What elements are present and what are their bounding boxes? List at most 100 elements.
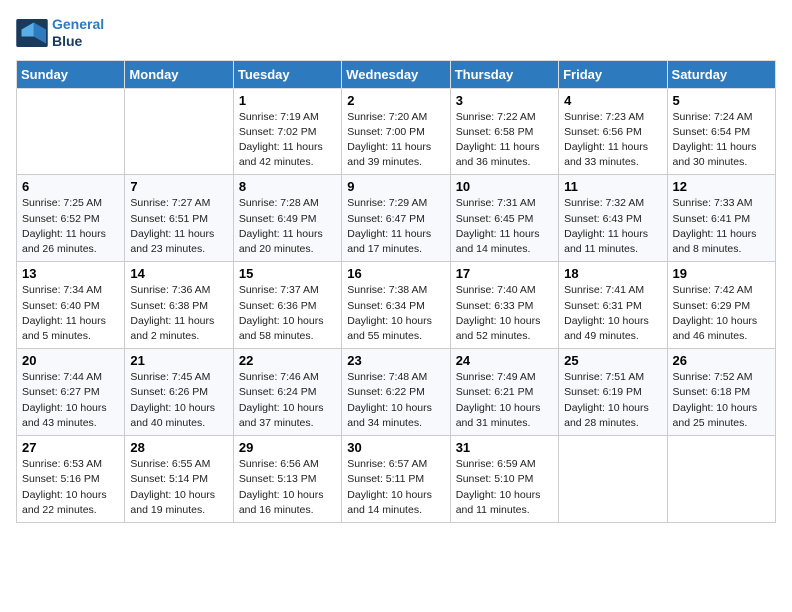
calendar-cell: 15 Sunrise: 7:37 AMSunset: 6:36 PMDayligh… <box>233 262 341 349</box>
day-number: 11 <box>564 179 661 194</box>
day-number: 9 <box>347 179 444 194</box>
calendar-table: SundayMondayTuesdayWednesdayThursdayFrid… <box>16 60 776 523</box>
day-info: Sunrise: 7:52 AMSunset: 6:18 PMDaylight:… <box>673 370 770 431</box>
calendar-cell: 5 Sunrise: 7:24 AMSunset: 6:54 PMDaylight… <box>667 88 775 175</box>
day-info: Sunrise: 7:40 AMSunset: 6:33 PMDaylight:… <box>456 283 553 344</box>
day-number: 5 <box>673 93 770 108</box>
day-number: 23 <box>347 353 444 368</box>
day-number: 21 <box>130 353 227 368</box>
day-info: Sunrise: 6:53 AMSunset: 5:16 PMDaylight:… <box>22 457 119 518</box>
day-info: Sunrise: 7:27 AMSunset: 6:51 PMDaylight:… <box>130 196 227 257</box>
calendar-cell: 21Sunrise: 7:45 AMSunset: 6:26 PMDayligh… <box>125 349 233 436</box>
calendar-cell: 4 Sunrise: 7:23 AMSunset: 6:56 PMDaylight… <box>559 88 667 175</box>
day-info: Sunrise: 6:56 AMSunset: 5:13 PMDaylight:… <box>239 457 336 518</box>
day-info: Sunrise: 7:25 AMSunset: 6:52 PMDaylight:… <box>22 196 119 257</box>
calendar-cell: 2Sunrise: 7:20 AMSunset: 7:00 PMDaylight… <box>342 88 450 175</box>
day-number: 16 <box>347 266 444 281</box>
calendar-cell: 12 Sunrise: 7:33 AMSunset: 6:41 PMDayligh… <box>667 175 775 262</box>
day-info: Sunrise: 7:29 AMSunset: 6:47 PMDaylight:… <box>347 196 444 257</box>
calendar-cell: 8 Sunrise: 7:28 AMSunset: 6:49 PMDaylight… <box>233 175 341 262</box>
day-number: 12 <box>673 179 770 194</box>
day-number: 22 <box>239 353 336 368</box>
calendar-week-2: 6 Sunrise: 7:25 AMSunset: 6:52 PMDaylight… <box>17 175 776 262</box>
day-number: 6 <box>22 179 119 194</box>
day-info: Sunrise: 7:51 AMSunset: 6:19 PMDaylight:… <box>564 370 661 431</box>
day-info: Sunrise: 7:36 AMSunset: 6:38 PMDaylight:… <box>130 283 227 344</box>
calendar-cell <box>667 436 775 523</box>
day-number: 4 <box>564 93 661 108</box>
day-info: Sunrise: 7:31 AMSunset: 6:45 PMDaylight:… <box>456 196 553 257</box>
weekday-header-wednesday: Wednesday <box>342 60 450 88</box>
day-info: Sunrise: 7:23 AMSunset: 6:56 PMDaylight:… <box>564 110 661 171</box>
weekday-header-tuesday: Tuesday <box>233 60 341 88</box>
calendar-cell: 13 Sunrise: 7:34 AMSunset: 6:40 PMDayligh… <box>17 262 125 349</box>
logo-icon <box>16 19 48 47</box>
day-number: 20 <box>22 353 119 368</box>
day-number: 3 <box>456 93 553 108</box>
calendar-cell: 30 Sunrise: 6:57 AMSunset: 5:11 PMDayligh… <box>342 436 450 523</box>
calendar-cell: 20 Sunrise: 7:44 AMSunset: 6:27 PMDayligh… <box>17 349 125 436</box>
calendar-cell: 14 Sunrise: 7:36 AMSunset: 6:38 PMDayligh… <box>125 262 233 349</box>
day-number: 14 <box>130 266 227 281</box>
day-info: Sunrise: 6:57 AMSunset: 5:11 PMDaylight:… <box>347 457 444 518</box>
calendar-cell <box>559 436 667 523</box>
day-info: Sunrise: 7:42 AMSunset: 6:29 PMDaylight:… <box>673 283 770 344</box>
weekday-header-row: SundayMondayTuesdayWednesdayThursdayFrid… <box>17 60 776 88</box>
calendar-cell: 31Sunrise: 6:59 AMSunset: 5:10 PMDayligh… <box>450 436 558 523</box>
day-info: Sunrise: 7:32 AMSunset: 6:43 PMDaylight:… <box>564 196 661 257</box>
day-info: Sunrise: 7:46 AMSunset: 6:24 PMDaylight:… <box>239 370 336 431</box>
day-number: 7 <box>130 179 227 194</box>
calendar-cell <box>125 88 233 175</box>
day-number: 15 <box>239 266 336 281</box>
day-info: Sunrise: 7:33 AMSunset: 6:41 PMDaylight:… <box>673 196 770 257</box>
calendar-cell: 29 Sunrise: 6:56 AMSunset: 5:13 PMDayligh… <box>233 436 341 523</box>
day-info: Sunrise: 7:19 AMSunset: 7:02 PMDaylight:… <box>239 110 336 171</box>
day-number: 29 <box>239 440 336 455</box>
calendar-cell: 25 Sunrise: 7:51 AMSunset: 6:19 PMDayligh… <box>559 349 667 436</box>
day-number: 25 <box>564 353 661 368</box>
calendar-cell: 27Sunrise: 6:53 AMSunset: 5:16 PMDayligh… <box>17 436 125 523</box>
day-info: Sunrise: 7:37 AMSunset: 6:36 PMDaylight:… <box>239 283 336 344</box>
day-info: Sunrise: 6:55 AMSunset: 5:14 PMDaylight:… <box>130 457 227 518</box>
day-number: 30 <box>347 440 444 455</box>
logo-text: General Blue <box>52 16 104 50</box>
weekday-header-thursday: Thursday <box>450 60 558 88</box>
calendar-cell: 9 Sunrise: 7:29 AMSunset: 6:47 PMDaylight… <box>342 175 450 262</box>
day-info: Sunrise: 7:38 AMSunset: 6:34 PMDaylight:… <box>347 283 444 344</box>
day-info: Sunrise: 7:49 AMSunset: 6:21 PMDaylight:… <box>456 370 553 431</box>
day-number: 2 <box>347 93 444 108</box>
weekday-header-saturday: Saturday <box>667 60 775 88</box>
calendar-cell: 24 Sunrise: 7:49 AMSunset: 6:21 PMDayligh… <box>450 349 558 436</box>
weekday-header-friday: Friday <box>559 60 667 88</box>
day-number: 1 <box>239 93 336 108</box>
day-number: 31 <box>456 440 553 455</box>
day-info: Sunrise: 7:22 AMSunset: 6:58 PMDaylight:… <box>456 110 553 171</box>
calendar-cell: 6 Sunrise: 7:25 AMSunset: 6:52 PMDaylight… <box>17 175 125 262</box>
calendar-week-5: 27Sunrise: 6:53 AMSunset: 5:16 PMDayligh… <box>17 436 776 523</box>
calendar-cell: 7 Sunrise: 7:27 AMSunset: 6:51 PMDaylight… <box>125 175 233 262</box>
day-number: 13 <box>22 266 119 281</box>
calendar-cell: 17Sunrise: 7:40 AMSunset: 6:33 PMDayligh… <box>450 262 558 349</box>
calendar-week-4: 20 Sunrise: 7:44 AMSunset: 6:27 PMDayligh… <box>17 349 776 436</box>
calendar-cell: 18 Sunrise: 7:41 AMSunset: 6:31 PMDayligh… <box>559 262 667 349</box>
day-info: Sunrise: 7:41 AMSunset: 6:31 PMDaylight:… <box>564 283 661 344</box>
day-number: 8 <box>239 179 336 194</box>
day-info: Sunrise: 7:28 AMSunset: 6:49 PMDaylight:… <box>239 196 336 257</box>
calendar-week-3: 13 Sunrise: 7:34 AMSunset: 6:40 PMDayligh… <box>17 262 776 349</box>
day-number: 18 <box>564 266 661 281</box>
day-number: 24 <box>456 353 553 368</box>
logo: General Blue <box>16 16 104 50</box>
day-info: Sunrise: 7:44 AMSunset: 6:27 PMDaylight:… <box>22 370 119 431</box>
calendar-cell: 26 Sunrise: 7:52 AMSunset: 6:18 PMDayligh… <box>667 349 775 436</box>
calendar-cell: 22 Sunrise: 7:46 AMSunset: 6:24 PMDayligh… <box>233 349 341 436</box>
day-number: 26 <box>673 353 770 368</box>
day-info: Sunrise: 7:48 AMSunset: 6:22 PMDaylight:… <box>347 370 444 431</box>
calendar-cell: 19 Sunrise: 7:42 AMSunset: 6:29 PMDayligh… <box>667 262 775 349</box>
day-number: 28 <box>130 440 227 455</box>
calendar-cell <box>17 88 125 175</box>
day-number: 19 <box>673 266 770 281</box>
day-info: Sunrise: 7:34 AMSunset: 6:40 PMDaylight:… <box>22 283 119 344</box>
calendar-cell: 1 Sunrise: 7:19 AMSunset: 7:02 PMDaylight… <box>233 88 341 175</box>
calendar-cell: 11 Sunrise: 7:32 AMSunset: 6:43 PMDayligh… <box>559 175 667 262</box>
day-info: Sunrise: 7:24 AMSunset: 6:54 PMDaylight:… <box>673 110 770 171</box>
